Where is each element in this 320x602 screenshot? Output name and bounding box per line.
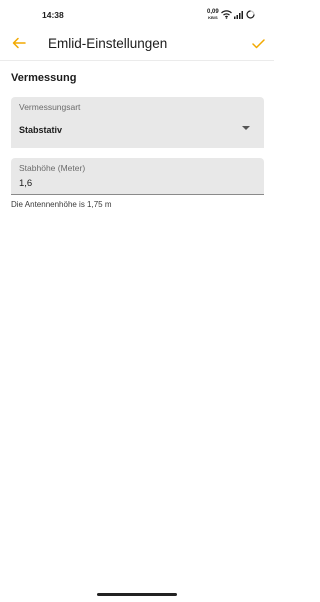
back-button[interactable]: [10, 36, 28, 54]
survey-type-select[interactable]: Vermessungsart Stabstativ: [11, 97, 264, 148]
survey-type-label: Vermessungsart: [19, 102, 81, 112]
settings-screen: 14:38 0,09 KB/S Emlid-Einstellungen Verm…: [0, 0, 274, 602]
survey-type-value: Stabstativ: [19, 125, 63, 135]
section-title: Vermessung: [11, 72, 77, 84]
antenna-height-helper: Die Antennenhöhe is 1,75 m: [11, 200, 112, 209]
dropdown-arrow-icon: [242, 126, 250, 130]
battery-icon: [246, 6, 255, 24]
checkmark-icon: [251, 36, 265, 54]
network-speed-unit: KB/S: [208, 15, 218, 20]
status-bar: 14:38 0,09 KB/S: [0, 0, 274, 30]
arrow-left-icon: [12, 36, 26, 54]
status-icons: 0,09 KB/S: [207, 9, 255, 21]
network-speed-indicator: 0,09 KB/S: [207, 9, 219, 20]
wifi-icon: [220, 6, 232, 24]
signal-icon: [233, 6, 244, 24]
app-bar: Emlid-Einstellungen: [0, 30, 274, 61]
navigation-handle[interactable]: [97, 593, 177, 596]
pole-height-value[interactable]: 1,6: [19, 178, 32, 189]
status-time: 14:38: [42, 10, 64, 20]
pole-height-field[interactable]: Stabhöhe (Meter) 1,6: [11, 158, 264, 195]
pole-height-label: Stabhöhe (Meter): [19, 163, 86, 173]
confirm-button[interactable]: [249, 36, 267, 54]
page-title: Emlid-Einstellungen: [48, 36, 168, 51]
